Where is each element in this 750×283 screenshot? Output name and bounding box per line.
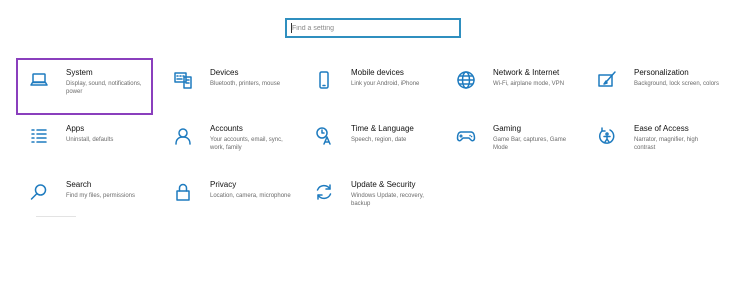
tile-devices[interactable]: Devices Bluetooth, printers, mouse [172,68,312,116]
tile-title: Ease of Access [634,124,689,133]
tile-gaming[interactable]: Gaming Game Bar, captures, Game Mode [455,124,595,172]
tile-description: Speech, region, date [351,137,407,143]
tile-time-language[interactable]: Time & Language Speech, region, date [313,124,453,172]
tile-title: Privacy [210,180,237,189]
tile-description: Background, lock screen, colors [634,81,720,87]
search-input[interactable] [287,20,459,36]
tile-title: Personalization [634,68,689,77]
search-box[interactable] [285,18,461,38]
divider [36,216,76,217]
laptop-icon [28,70,50,92]
person-icon [172,126,194,148]
tile-description: Bluetooth, printers, mouse [210,81,281,87]
tile-network-internet[interactable]: Network & Internet Wi-Fi, airplane mode,… [455,68,595,116]
tile-privacy[interactable]: Privacy Location, camera, microphone [172,180,312,228]
tile-ease-of-access[interactable]: Ease of Access Narrator, magnifier, high… [596,124,746,172]
tile-accounts[interactable]: Accounts Your accounts, email, sync, wor… [172,124,312,172]
tile-description: Game Bar, captures, Game Mode [493,137,567,151]
tile-title: Gaming [493,124,522,133]
tile-description: Display, sound, notifications, power [66,81,142,95]
tile-description: Link your Android, iPhone [351,81,420,87]
tile-title: System [66,68,93,77]
tile-update-security[interactable]: Update & Security Windows Update, recove… [313,180,453,228]
tile-description: Find my files, permissions [66,193,136,199]
lock-icon [172,182,194,204]
tile-system[interactable]: System Display, sound, notifications, po… [16,58,153,115]
tile-description: Your accounts, email, sync, work, family [210,137,283,151]
phone-icon [313,70,335,92]
apps-list-icon [28,126,50,148]
tile-apps[interactable]: Apps Uninstall, defaults [28,124,168,172]
search-icon [28,182,50,204]
tile-title: Devices [210,68,239,77]
tile-title: Update & Security [351,180,416,189]
update-icon [313,182,335,204]
tile-search[interactable]: Search Find my files, permissions [28,180,168,228]
tile-title: Apps [66,124,85,133]
tile-description: Uninstall, defaults [66,137,114,143]
tile-description: Narrator, magnifier, high contrast [634,137,699,151]
keyboard-icon [172,70,194,92]
tile-title: Time & Language [351,124,414,133]
ease-of-access-icon [596,126,618,148]
tile-title: Search [66,180,92,189]
text-caret [291,23,292,33]
gamepad-icon [455,126,477,148]
tile-title: Network & Internet [493,68,560,77]
tile-description: Wi-Fi, airplane mode, VPN [493,81,565,87]
time-language-icon [313,126,335,148]
tile-title: Mobile devices [351,68,404,77]
paintbrush-icon [596,70,618,92]
tile-title: Accounts [210,124,243,133]
tile-personalization[interactable]: Personalization Background, lock screen,… [596,68,746,116]
tile-description: Location, camera, microphone [210,193,291,199]
globe-icon [455,70,477,92]
tile-description: Windows Update, recovery, backup [351,193,424,207]
tile-mobile-devices[interactable]: Mobile devices Link your Android, iPhone [313,68,453,116]
